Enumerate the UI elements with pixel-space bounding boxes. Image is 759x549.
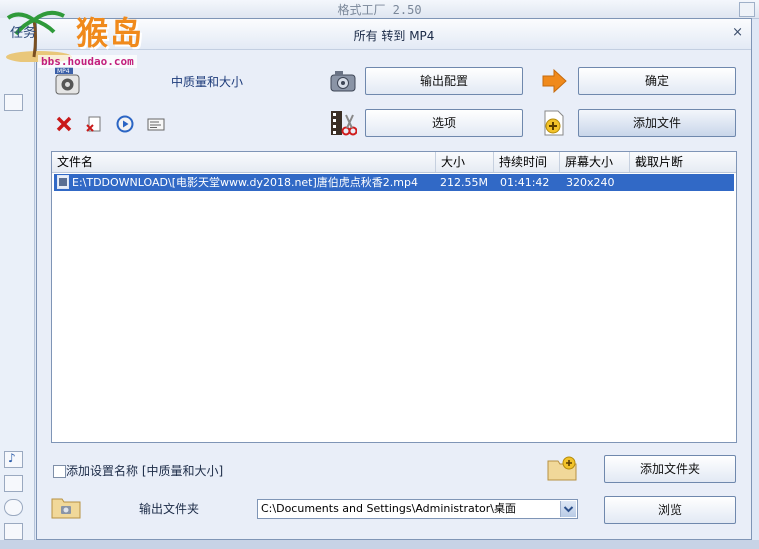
main-window-close-button[interactable]	[739, 2, 755, 17]
file-screen-size-cell: 320x240	[566, 176, 615, 189]
close-icon[interactable]: ×	[732, 25, 743, 40]
watermark-url: bbs.houdao.com	[38, 55, 137, 68]
add-setting-name-label: 添加设置名称 [中质量和大小]	[66, 464, 224, 478]
add-folder-icon	[547, 455, 577, 481]
film-scissors-icon	[329, 109, 358, 137]
main-window-sidebar: ♪	[0, 18, 35, 549]
file-clip-cell	[634, 174, 732, 191]
file-duration-cell: 01:41:42	[500, 176, 550, 189]
watermark-letters: 任务	[10, 26, 37, 41]
output-folder-value: C:\Documents and Settings\Administrator\…	[261, 502, 517, 515]
music-note-icon: ♪	[8, 451, 16, 465]
browse-button[interactable]: 浏览	[604, 496, 736, 524]
video-file-icon	[57, 175, 69, 189]
column-header-clip[interactable]: 截取片断	[630, 152, 736, 172]
column-header-screen-size[interactable]: 屏幕大小	[560, 152, 630, 172]
table-row[interactable]: E:\TDDOWNLOAD\[电影天堂www.dy2018.net]唐伯虎点秋香…	[54, 174, 734, 191]
camera-settings-icon	[329, 67, 357, 95]
column-header-size[interactable]: 大小	[436, 152, 494, 172]
column-header-filename[interactable]: 文件名	[52, 152, 436, 172]
output-config-button[interactable]: 输出配置	[365, 67, 523, 95]
options-button[interactable]: 选项	[365, 109, 523, 137]
sidebar-picture-button[interactable]	[4, 475, 23, 492]
sidebar-audio-button[interactable]: ♪	[4, 451, 23, 468]
file-size-cell: 212.55M	[440, 176, 488, 189]
quality-label: 中质量和大小	[171, 75, 244, 89]
sidebar-advanced-button[interactable]	[4, 523, 23, 540]
add-setting-name-checkbox[interactable]	[53, 465, 66, 478]
chevron-down-icon[interactable]	[560, 501, 576, 517]
folder-icon	[51, 493, 81, 519]
output-folder-label: 输出文件夹	[139, 502, 200, 516]
add-document-icon	[540, 109, 568, 137]
file-list-header: 文件名 大小 持续时间 屏幕大小 截取片断	[52, 152, 736, 173]
watermark-text: 猴岛	[76, 14, 145, 52]
file-list[interactable]: 文件名 大小 持续时间 屏幕大小 截取片断 E:\TDDOWNLOAD\[电影天…	[51, 151, 737, 443]
ok-button[interactable]: 确定	[578, 67, 736, 95]
add-file-button[interactable]: 添加文件	[578, 109, 736, 137]
red-x-icon[interactable]	[55, 115, 73, 133]
watermark-logo: 任务 猴岛 bbs.houdao.com	[4, 2, 154, 72]
sidebar-video-button[interactable]	[4, 94, 23, 111]
add-folder-button[interactable]: 添加文件夹	[604, 455, 736, 483]
column-header-duration[interactable]: 持续时间	[494, 152, 560, 172]
doc-clear-icon[interactable]	[85, 115, 103, 133]
convert-dialog: 所有 转到 MP4 × MP4 中质量和大小 输出配置 确定 选项 添加文件 文…	[36, 18, 752, 540]
file-name-cell: E:\TDDOWNLOAD\[电影天堂www.dy2018.net]唐伯虎点秋香…	[72, 176, 418, 189]
orange-arrow-right-icon	[540, 67, 568, 95]
main-window-statusbar	[0, 540, 759, 549]
play-circle-icon[interactable]	[116, 115, 134, 133]
output-folder-select[interactable]: C:\Documents and Settings\Administrator\…	[257, 499, 578, 519]
info-card-icon[interactable]	[147, 115, 165, 133]
sidebar-rom-button[interactable]	[4, 499, 23, 516]
